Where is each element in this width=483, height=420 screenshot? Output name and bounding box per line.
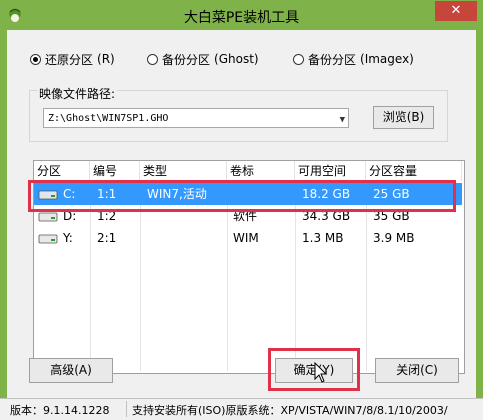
cell-type (144, 227, 147, 249)
advanced-button[interactable]: 高级(A) (29, 358, 113, 383)
table-row[interactable]: Y: 2:1 WIM 1.3 MB 3.9 MB (34, 227, 462, 249)
col-label[interactable]: 卷标 (227, 161, 295, 181)
image-path-value: Z:\Ghost\WIN7SP1.GHO (48, 113, 169, 124)
browse-button[interactable]: 浏览(B) (373, 106, 434, 129)
main-panel: 还原分区 (R) 备份分区 (Ghost) 备份分区 (Imagex) 映像文件… (7, 30, 476, 398)
radio-dot (147, 53, 158, 65)
app-window: 大白菜PE装机工具 ✕ 还原分区 (R) 备份分区 (Ghost) 备份分区 (… (0, 0, 483, 420)
window-close-button[interactable]: ✕ (435, 1, 477, 21)
cell-label: WIM (233, 231, 259, 245)
mode-restore-key: (R) (97, 52, 115, 66)
col-partition[interactable]: 分区 (34, 161, 90, 181)
version-text: 版本：9.1.14.1228 (10, 404, 110, 417)
mode-backup-ghost-label: 备份分区 (162, 52, 211, 67)
close-button[interactable]: 关闭(C) (375, 358, 459, 383)
cell-free: 1.3 MB (302, 231, 344, 245)
selected-row-highlight (28, 180, 456, 212)
mode-restore-radio[interactable]: 还原分区 (R) (30, 51, 115, 67)
col-type[interactable]: 类型 (140, 161, 227, 181)
window-title: 大白菜PE装机工具 (183, 10, 300, 26)
mode-backup-imagex-key: (Imagex) (360, 52, 414, 66)
radio-dot (293, 53, 304, 65)
col-number[interactable]: 编号 (90, 161, 140, 181)
cell-drive: Y: (63, 231, 73, 245)
support-text: 支持安装所有(ISO)原版系统：XP/VISTA/WIN7/8/8.1/10/2… (132, 404, 448, 417)
image-path-label: 映像文件路径: (37, 85, 118, 102)
mouse-cursor-icon (314, 362, 328, 383)
status-bar: 版本：9.1.14.1228 支持安装所有(ISO)原版系统：XP/VISTA/… (0, 398, 483, 420)
col-free[interactable]: 可用空间 (295, 161, 366, 181)
cell-size: 3.9 MB (373, 231, 415, 245)
title-bar[interactable]: 大白菜PE装机工具 ✕ (0, 0, 483, 30)
mode-backup-imagex-radio[interactable]: 备份分区 (Imagex) (293, 51, 414, 67)
radio-dot (30, 53, 41, 65)
mode-restore-label: 还原分区 (45, 52, 94, 67)
mode-backup-ghost-radio[interactable]: 备份分区 (Ghost) (147, 51, 259, 67)
mode-backup-imagex-label: 备份分区 (308, 52, 357, 67)
col-size[interactable]: 分区容量 (366, 161, 462, 181)
image-path-dropdown[interactable]: Z:\Ghost\WIN7SP1.GHO ▼ (43, 108, 349, 128)
chevron-down-icon[interactable]: ▼ (340, 110, 345, 130)
hard-drive-icon (38, 234, 58, 244)
mode-backup-ghost-key: (Ghost) (214, 52, 259, 66)
cell-number: 2:1 (97, 231, 117, 245)
